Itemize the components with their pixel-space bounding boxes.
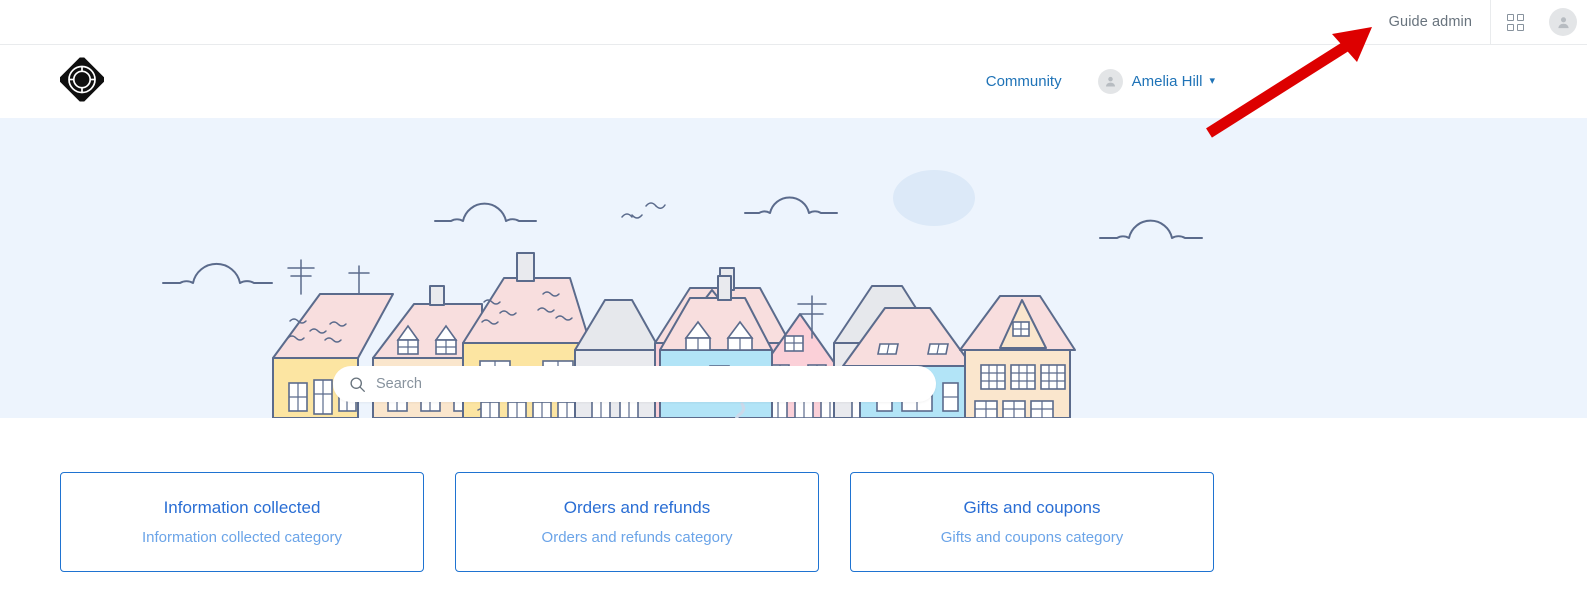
user-menu-label: Amelia Hill — [1131, 73, 1203, 90]
user-menu[interactable]: Amelia Hill ▾ — [1097, 69, 1215, 94]
nav-link-community[interactable]: Community — [986, 73, 1062, 90]
grid-apps-icon — [1506, 13, 1524, 31]
account-button[interactable] — [1539, 0, 1587, 44]
category-card-information-collected[interactable]: Information collected Information collec… — [60, 472, 424, 572]
category-card-title: Information collected — [163, 498, 321, 517]
search-input[interactable] — [376, 376, 920, 392]
birds-group — [621, 202, 666, 219]
category-card-list: Information collected Information collec… — [60, 472, 1215, 572]
cloud-blob — [893, 170, 975, 226]
category-card-title: Gifts and coupons — [963, 498, 1101, 517]
help-center-page: Guide admin Community Amelia Hill ▾ Sear… — [0, 0, 1587, 602]
search-icon — [350, 376, 365, 392]
user-avatar-icon — [1549, 8, 1577, 36]
hero-search — [333, 366, 936, 402]
header-nav: Community Amelia Hill ▾ — [986, 45, 1587, 118]
user-avatar-icon — [1097, 69, 1123, 94]
category-card-title: Orders and refunds — [563, 498, 711, 517]
category-card-description: Orders and refunds category — [541, 529, 733, 546]
category-card-orders-and-refunds[interactable]: Orders and refunds Orders and refunds ca… — [455, 472, 819, 572]
products-button[interactable] — [1491, 0, 1539, 44]
hero-section: .ln { fill:none; stroke:#5b6b8c; stroke-… — [0, 118, 1587, 418]
chevron-down-icon: ▾ — [1209, 75, 1215, 87]
category-card-description: Gifts and coupons category — [940, 529, 1124, 546]
admin-top-bar: Guide admin — [0, 0, 1587, 45]
search-box[interactable] — [333, 366, 936, 402]
help-center-header: Community Amelia Hill ▾ — [0, 45, 1587, 118]
cloud-outline-group — [162, 196, 1203, 284]
brand-logo[interactable] — [59, 56, 105, 106]
house-cream-big-9 — [959, 295, 1076, 418]
guide-admin-link[interactable]: Guide admin — [1371, 0, 1490, 44]
category-card-gifts-and-coupons[interactable]: Gifts and coupons Gifts and coupons cate… — [850, 472, 1214, 572]
category-card-description: Information collected category — [141, 529, 343, 546]
lifebuoy-diamond-logo — [59, 56, 105, 102]
